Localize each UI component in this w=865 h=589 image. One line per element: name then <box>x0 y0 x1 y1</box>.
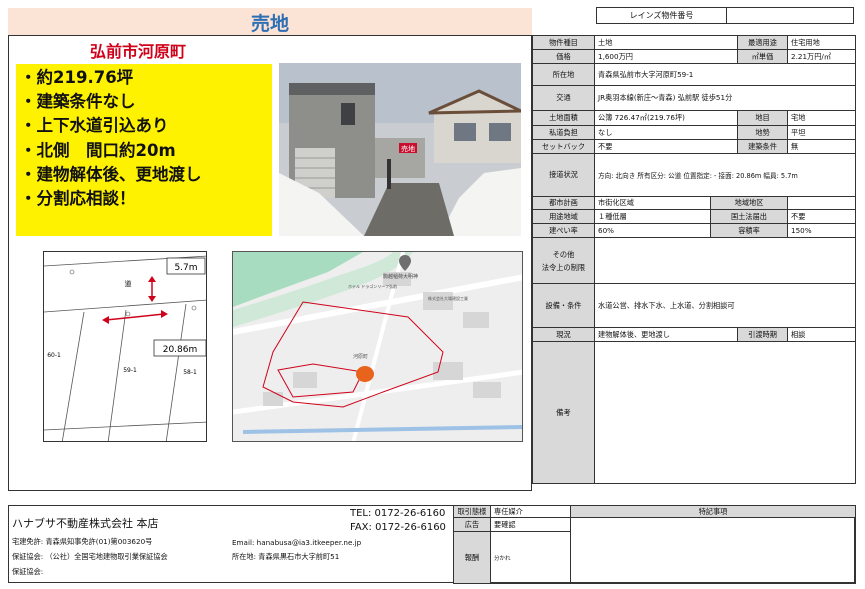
fee-value: 分かれ <box>490 531 571 584</box>
handover-value: 相談 <box>787 327 857 342</box>
transaction-table: 取引態様 専任媒介 特記事項 広告 要確認 報酬 分かれ <box>453 505 856 584</box>
address-value: 青森県弘前市大字河原町59-1 <box>593 63 857 86</box>
fax-number: FAX: 0172-26-6160 <box>350 522 446 533</box>
reins-label: レインズ物件番号 <box>597 8 727 23</box>
other-label-line2: 法令上の制限 <box>541 262 586 272</box>
city-plan-value: 市街化区域 <box>594 196 711 210</box>
email-address: Email: hanabusa@ia3.itkeeper.ne.jp <box>232 538 362 547</box>
purpose-label: 最適用途 <box>737 35 789 50</box>
price-value: 1,600万円 <box>593 49 739 64</box>
property-info-table: 物件種目 土地 最適用途 住宅用地 価格 1,600万円 ㎡単価 2.21万円/… <box>532 35 857 484</box>
coverage-label: 建ぺい率 <box>532 223 595 238</box>
area-value: 公簿 726.47㎡(219.76坪) <box>593 110 739 126</box>
lot-number-main: 59-1 <box>123 367 137 374</box>
other-restrictions-value <box>593 237 857 284</box>
road-access-label: 接道状況 <box>532 153 595 197</box>
type-value: 土地 <box>593 35 739 50</box>
setback-label: セットバック <box>532 139 595 154</box>
remarks-label: 備考 <box>532 341 595 484</box>
district-value <box>787 196 857 210</box>
city-plan-label: 都市計画 <box>532 196 595 210</box>
build-condition-label: 建築条件 <box>737 139 789 154</box>
map-label-kawaramachi: 河原町 <box>353 353 368 360</box>
lot-number-left: 60-1 <box>47 352 61 359</box>
coverage-value: 60% <box>594 223 711 238</box>
highlight-item: ・建築条件なし <box>20 92 136 112</box>
special-notes-label: 特記事項 <box>570 505 856 518</box>
ad-label: 広告 <box>453 517 491 532</box>
current-status-value: 建物解体後、更地渡し <box>593 327 739 342</box>
license-number: 宅建免許: 青森県知事免許(01)第003620号 <box>12 537 153 546</box>
setback-value: 不要 <box>593 139 739 154</box>
city-title: 弘前市河原町 <box>89 42 186 61</box>
type-label: 物件種目 <box>532 35 595 50</box>
special-notes-value <box>570 517 856 584</box>
price-label: 価格 <box>532 49 595 64</box>
other-restrictions-label: その他 法令上の制限 <box>532 237 595 284</box>
highlight-item: ・建物解体後、更地渡し <box>20 164 202 184</box>
land-act-value: 不要 <box>787 209 857 224</box>
unit-price-value: 2.21万円/㎡ <box>787 49 857 64</box>
transit-label: 交通 <box>532 85 595 111</box>
frontage-width-label: 5.7m <box>174 263 197 273</box>
highlight-item: ・北側 間口約20m <box>20 140 176 160</box>
zoning-label: 用途地域 <box>532 209 595 224</box>
purpose-value: 住宅用地 <box>787 35 857 50</box>
terrain-label: 地勢 <box>737 125 789 140</box>
highlights-box: ・約219.76坪 ・建築条件なし ・上下水道引込あり ・北側 間口約20m ・… <box>16 64 272 236</box>
unit-price-label: ㎡単価 <box>737 49 789 64</box>
remarks-value <box>593 341 857 484</box>
highlight-item: ・分割応相談！ <box>20 189 136 209</box>
land-category-value: 宅地 <box>787 110 857 126</box>
highlight-item: ・約219.76坪 <box>20 68 134 87</box>
lot-number-right: 58-1 <box>183 369 197 376</box>
handover-label: 引渡時期 <box>737 327 789 342</box>
land-category-label: 地目 <box>737 110 789 126</box>
photo-sign: 売地 <box>401 144 415 153</box>
terrain-value: 平坦 <box>787 125 857 140</box>
lot-plan: 5.7m 20.86m 道 59-1 60-1 58-1 <box>43 251 207 442</box>
road-access-value: 方向: 北向き 所有区分: 公道 位置指定: - 接面: 20.86m 幅員: … <box>593 153 857 197</box>
facility-label: 設備・条件 <box>532 283 595 328</box>
office-address: 所在地: 青森県黒石市大字前町51 <box>232 552 340 561</box>
ad-value: 要確認 <box>490 517 571 532</box>
private-road-label: 私道負担 <box>532 125 595 140</box>
far-label: 容積率 <box>709 223 789 238</box>
fee-label: 報酬 <box>453 531 491 584</box>
build-condition-value: 無 <box>787 139 857 154</box>
facility-value: 水道公営、排水下水、上水道、分割相談可 <box>593 283 857 328</box>
company-name: ハナブサ不動産株式会社 本店 <box>12 517 159 530</box>
map-label-landmark: 駒越稲荷大明神 <box>383 273 418 280</box>
other-label-line1: その他 <box>552 249 575 259</box>
current-status-label: 現況 <box>532 327 595 342</box>
guarantee-association: 保証協会: （公社）全国宅地建物取引業保証協会 <box>12 552 168 561</box>
far-value: 150% <box>787 223 857 238</box>
transit-value: JR奥羽本線(新庄～青森) 弘前駅 徒歩51分 <box>593 85 857 111</box>
land-act-label: 国土法届出 <box>709 209 789 224</box>
road-label: 道 <box>125 279 132 288</box>
address-label: 所在地 <box>532 63 595 86</box>
district-label: 地域地区 <box>709 196 789 210</box>
phone-number: TEL: 0172-26-6160 <box>350 508 446 519</box>
page-title: 売地 <box>250 13 289 35</box>
area-label: 土地面積 <box>532 110 595 126</box>
zoning-value: １種低層 <box>594 209 711 224</box>
deal-type-label: 取引態様 <box>453 505 491 518</box>
reins-number-box: レインズ物件番号 <box>596 7 854 24</box>
highlight-item: ・上下水道引込あり <box>20 116 169 136</box>
private-road-value: なし <box>593 125 739 140</box>
location-map: 駒越稲荷大明神 ホテル ドラゴンリーフ弘前 株式会社大場建設工業 河原町 <box>232 251 523 442</box>
deal-type-value: 専任媒介 <box>490 505 571 518</box>
map-label-hotel: ホテル ドラゴンリーフ弘前 <box>348 283 397 289</box>
map-label-company: 株式会社大場建設工業 <box>428 295 468 301</box>
guarantee-association-2: 保証協会: <box>12 567 44 576</box>
property-photo: 売地 <box>279 63 521 236</box>
frontage-length-label: 20.86m <box>163 345 198 355</box>
